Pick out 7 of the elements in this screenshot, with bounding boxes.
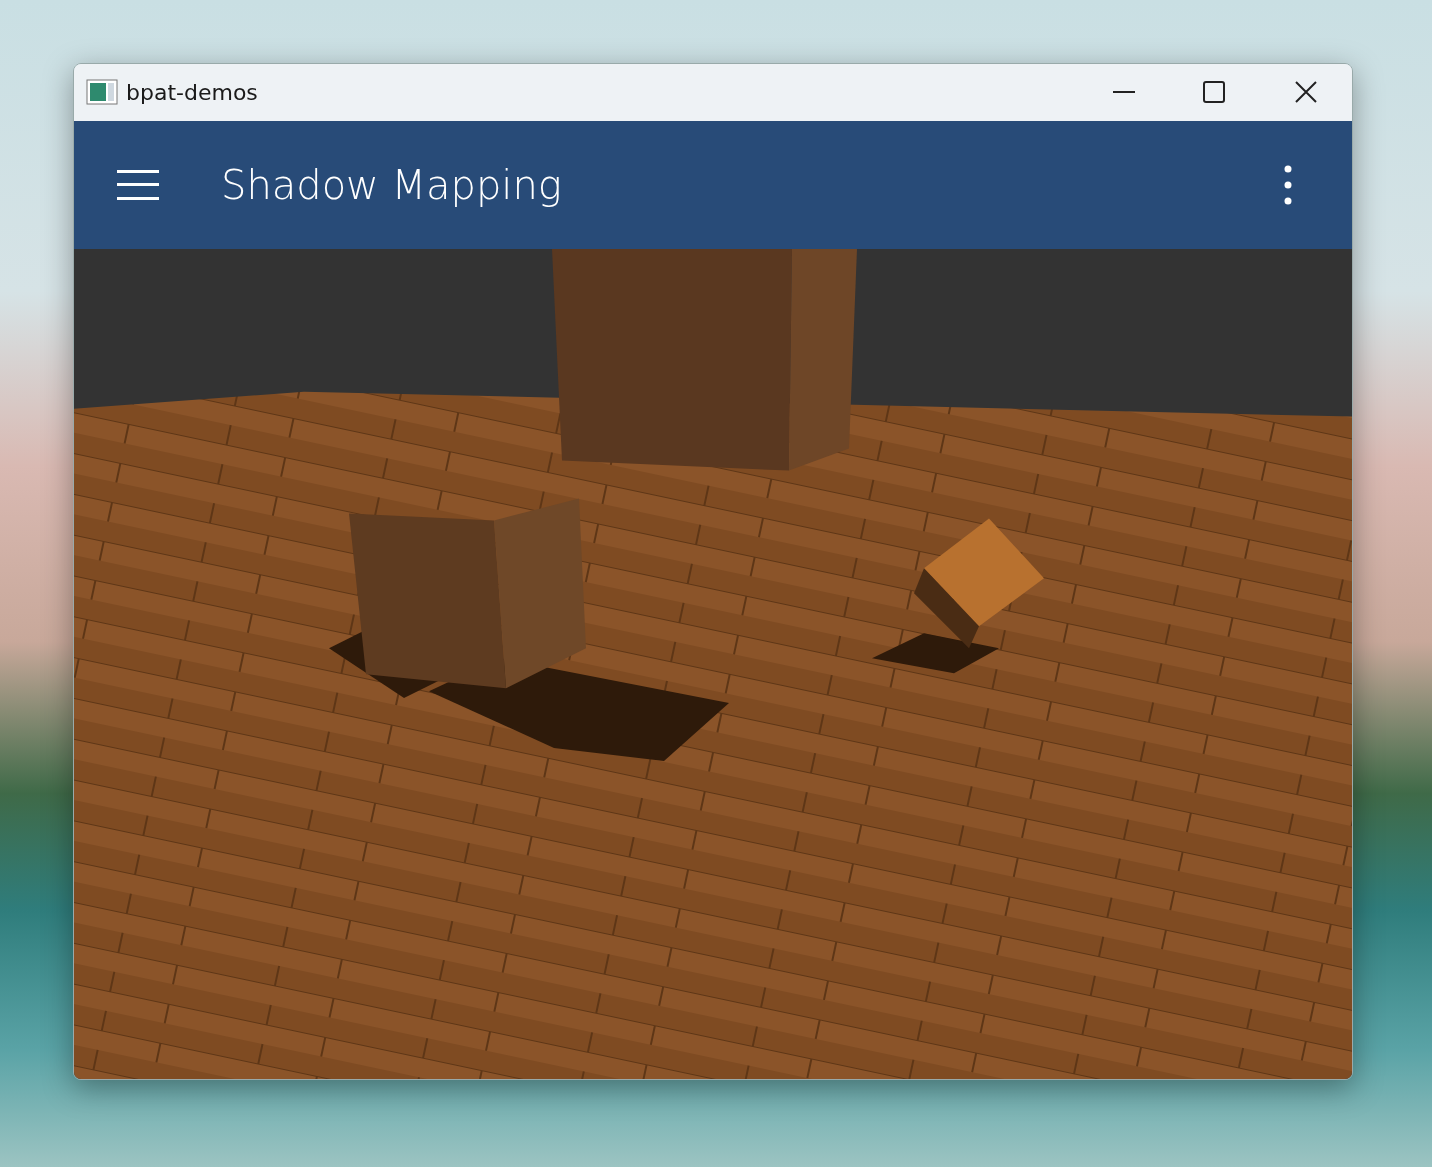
maximize-icon[interactable] <box>1203 81 1225 104</box>
more-options-icon[interactable] <box>1284 164 1292 205</box>
app-title: Shadow Mapping <box>221 160 562 210</box>
window-title: bpat-demos <box>126 78 258 107</box>
menu-icon[interactable] <box>117 169 159 200</box>
close-icon[interactable] <box>1295 81 1317 104</box>
app-icon <box>86 79 118 106</box>
